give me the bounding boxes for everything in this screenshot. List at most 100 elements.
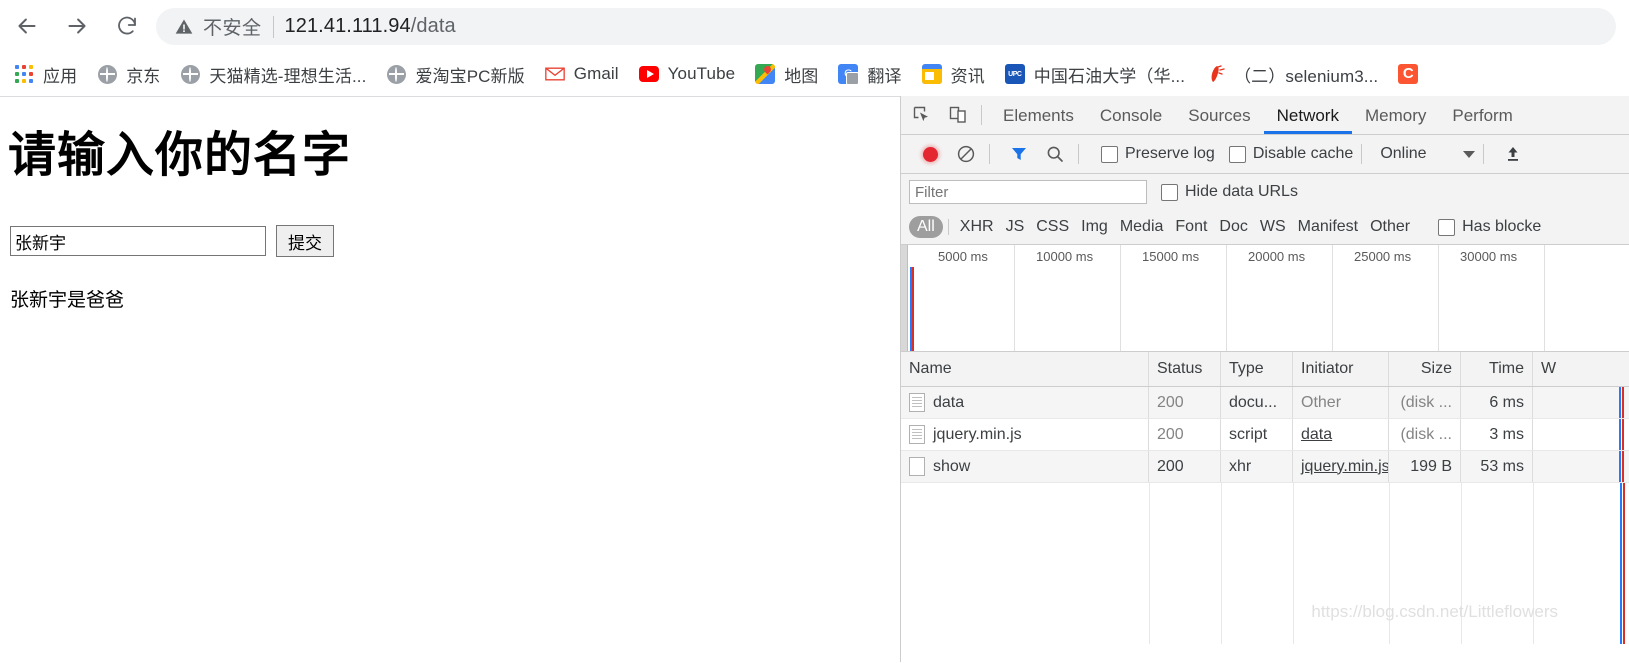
throttling-select[interactable]: Online	[1380, 145, 1475, 163]
throttling-value: Online	[1380, 145, 1427, 162]
search-button[interactable]	[1040, 139, 1070, 169]
network-requests-table: Name Status Type Initiator Size Time W d…	[901, 352, 1629, 644]
type-filter-font[interactable]: Font	[1169, 216, 1213, 238]
device-toolbar-button[interactable]	[943, 100, 973, 130]
tab-network[interactable]: Network	[1264, 97, 1352, 134]
type-filter-other[interactable]: Other	[1364, 216, 1416, 238]
reload-button[interactable]	[104, 3, 150, 49]
inspect-element-button[interactable]	[907, 100, 937, 130]
bookmark-news[interactable]: 资讯	[916, 59, 991, 89]
column-header-time[interactable]: Time	[1461, 352, 1533, 386]
load-event-marker	[1622, 451, 1624, 482]
preserve-log-label: Preserve log	[1125, 145, 1215, 162]
type-filter-css[interactable]: CSS	[1030, 216, 1075, 238]
bookmark-label: YouTube	[667, 64, 736, 83]
globe-icon	[97, 64, 117, 84]
inspect-element-icon	[913, 106, 928, 122]
filter-button[interactable]	[1004, 139, 1034, 169]
gmail-icon	[544, 64, 565, 84]
bookmark-upc[interactable]: UPC 中国石油大学（华...	[999, 59, 1191, 89]
request-name-cell[interactable]: data	[901, 387, 1149, 418]
type-filter-xhr[interactable]: XHR	[954, 216, 1000, 238]
type-filter-media[interactable]: Media	[1114, 216, 1170, 238]
request-initiator: Other	[1293, 387, 1389, 418]
bookmark-translate[interactable]: G 翻译	[832, 59, 907, 89]
type-filter-all[interactable]: All	[909, 216, 943, 238]
preserve-log-toggle[interactable]: Preserve log	[1101, 145, 1215, 163]
request-waterfall	[1533, 451, 1629, 482]
forward-button[interactable]	[54, 3, 100, 49]
request-name-cell[interactable]: jquery.min.js	[901, 419, 1149, 450]
bookmark-taobao[interactable]: 爱淘宝PC新版	[380, 59, 530, 89]
bookmark-selenium[interactable]: （二）selenium3...	[1199, 59, 1384, 89]
disable-cache-label: Disable cache	[1252, 145, 1354, 162]
column-header-name[interactable]: Name	[901, 352, 1149, 386]
column-header-size[interactable]: Size	[1389, 352, 1461, 386]
tab-sources[interactable]: Sources	[1175, 97, 1263, 134]
hide-data-urls-toggle[interactable]: Hide data URLs	[1161, 183, 1298, 201]
reload-icon	[118, 16, 136, 35]
bookmark-maps[interactable]: 地图	[749, 59, 824, 89]
type-filter-doc[interactable]: Doc	[1213, 216, 1253, 238]
request-name-cell[interactable]: show	[901, 451, 1149, 482]
type-filter-js[interactable]: JS	[1000, 216, 1031, 238]
bookmark-label: 应用	[43, 66, 78, 86]
address-bar[interactable]: 不安全 121.41.111.94/data	[156, 8, 1616, 45]
record-stop-icon	[922, 146, 938, 162]
document-file-icon	[909, 425, 925, 444]
tab-memory[interactable]: Memory	[1352, 97, 1439, 134]
table-empty-area: https://blog.csdn.net/Littleflowers	[901, 483, 1629, 644]
filter-input[interactable]	[909, 180, 1147, 204]
bookmark-tmall[interactable]: 天猫精选-理想生活...	[174, 59, 372, 89]
preserve-log-checkbox[interactable]	[1101, 145, 1118, 163]
request-initiator[interactable]: jquery.min.js:4	[1293, 451, 1389, 482]
chevron-down-icon	[1462, 150, 1475, 158]
clear-button[interactable]	[951, 139, 981, 169]
request-name: data	[933, 393, 965, 411]
request-name: show	[933, 457, 971, 475]
has-blocked-cookies-toggle[interactable]: Has blocke	[1438, 218, 1541, 236]
disable-cache-checkbox[interactable]	[1228, 145, 1246, 163]
watermark-text: https://blog.csdn.net/Littleflowers	[1311, 602, 1558, 621]
dom-content-loaded-marker	[1619, 419, 1621, 450]
has-blocked-cookies-checkbox[interactable]	[1438, 218, 1456, 236]
globe-icon	[386, 64, 406, 84]
tab-elements[interactable]: Elements	[990, 97, 1087, 134]
devtools-panel: Elements Console Sources Network Memory …	[900, 96, 1629, 662]
import-har-button[interactable]	[1498, 139, 1528, 169]
column-header-type[interactable]: Type	[1221, 352, 1293, 386]
submit-button[interactable]: 提交	[276, 225, 334, 257]
bookmark-apps[interactable]: 应用	[8, 59, 83, 89]
back-button[interactable]	[4, 3, 50, 49]
column-header-initiator[interactable]: Initiator	[1293, 352, 1389, 386]
toolbar-divider	[1078, 144, 1079, 164]
bookmark-gmail[interactable]: Gmail	[539, 59, 625, 89]
column-header-status[interactable]: Status	[1149, 352, 1221, 386]
type-filter-ws[interactable]: WS	[1254, 216, 1292, 238]
name-input[interactable]	[10, 226, 266, 256]
initiator-link[interactable]: jquery.min.js:4	[1301, 458, 1388, 476]
table-row[interactable]: jquery.min.js 200 script data (disk ... …	[901, 419, 1629, 451]
omnibox-divider	[272, 15, 274, 38]
tab-performance[interactable]: Perform	[1439, 97, 1525, 134]
bookmark-youtube[interactable]: YouTube	[633, 59, 742, 89]
initiator-link[interactable]: data	[1301, 426, 1332, 444]
bookmark-jd[interactable]: 京东	[91, 59, 166, 89]
bookmark-csdn[interactable]: C	[1392, 59, 1424, 89]
blank-file-icon	[909, 457, 925, 476]
overview-tick: 30000 ms	[1460, 249, 1518, 264]
tab-console[interactable]: Console	[1087, 97, 1175, 134]
name-form: 提交	[10, 225, 900, 257]
hide-data-urls-checkbox[interactable]	[1161, 183, 1178, 201]
disable-cache-toggle[interactable]: Disable cache	[1228, 145, 1354, 163]
overview-tick: 10000 ms	[1036, 249, 1094, 264]
record-button[interactable]	[915, 139, 945, 169]
table-row[interactable]: data 200 docu... Other (disk ... 6 ms	[901, 387, 1629, 419]
type-filter-img[interactable]: Img	[1075, 216, 1114, 238]
request-initiator[interactable]: data	[1293, 419, 1389, 450]
globe-icon	[180, 64, 200, 84]
table-row[interactable]: show 200 xhr jquery.min.js:4 199 B 53 ms	[901, 451, 1629, 483]
column-header-waterfall[interactable]: W	[1533, 352, 1629, 386]
type-filter-manifest[interactable]: Manifest	[1292, 216, 1364, 238]
network-overview-timeline[interactable]: 5000 ms 10000 ms 15000 ms 20000 ms 25000…	[901, 245, 1629, 352]
